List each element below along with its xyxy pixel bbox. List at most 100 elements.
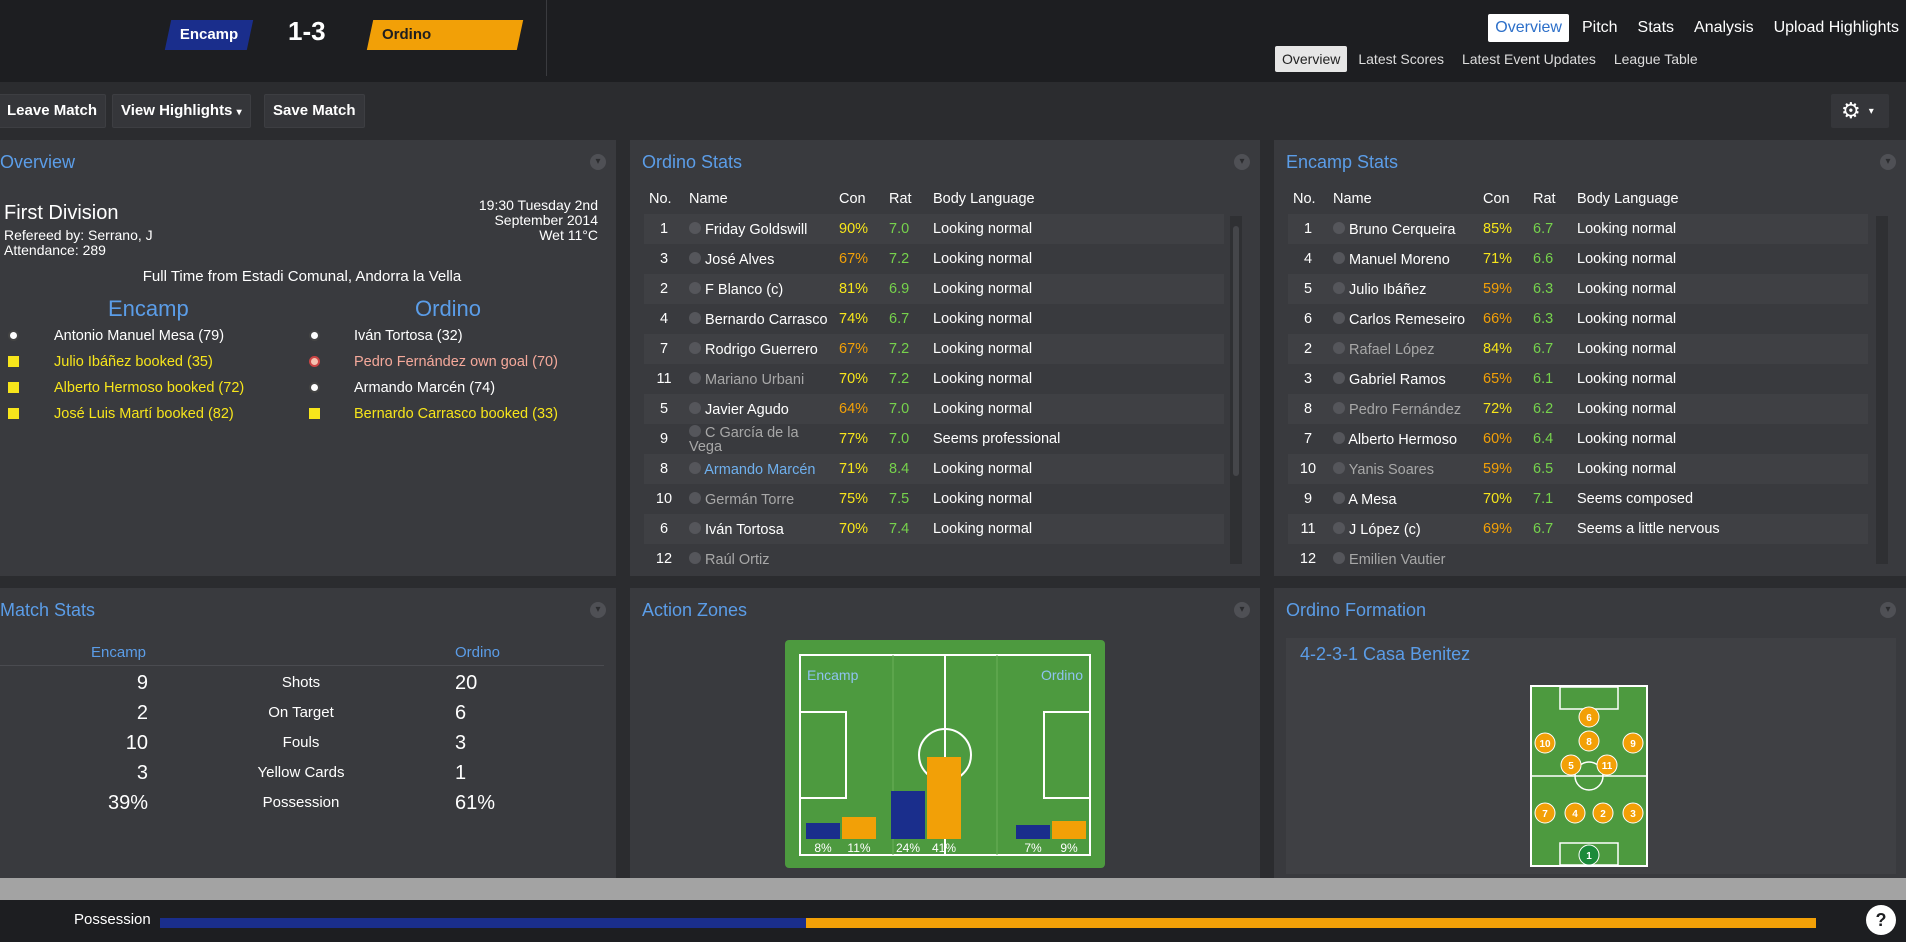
info-icon[interactable]: [1333, 551, 1345, 564]
info-icon[interactable]: [689, 371, 701, 384]
subnav-overview[interactable]: Overview: [1275, 46, 1348, 72]
subnav-league-table[interactable]: League Table: [1607, 46, 1705, 72]
table-row[interactable]: 3 José Alves 67% 7.2 Looking normal: [644, 244, 1224, 274]
table-row[interactable]: 11 Mariano Urbani 70% 7.2 Looking normal: [644, 364, 1224, 394]
scrollbar[interactable]: [1876, 216, 1888, 564]
info-icon[interactable]: [1333, 341, 1345, 354]
col-body-language[interactable]: Body Language: [928, 184, 1224, 214]
player-name[interactable]: Yanis Soares: [1349, 462, 1434, 478]
info-icon[interactable]: [689, 521, 701, 534]
info-icon[interactable]: [1333, 371, 1345, 384]
info-icon[interactable]: [1333, 461, 1345, 474]
table-row[interactable]: 2 Rafael López 84% 6.7 Looking normal: [1288, 334, 1868, 364]
player-name[interactable]: José Alves: [705, 252, 774, 268]
table-row[interactable]: 4 Manuel Moreno 71% 6.6 Looking normal: [1288, 244, 1868, 274]
info-icon[interactable]: [689, 341, 701, 354]
scrollbar[interactable]: [1230, 216, 1242, 564]
player-name[interactable]: Emilien Vautier: [1349, 552, 1445, 568]
info-icon[interactable]: [1333, 281, 1345, 294]
nav-overview[interactable]: Overview: [1488, 14, 1569, 42]
info-icon[interactable]: [689, 311, 701, 324]
player-name[interactable]: Bernardo Carrasco: [705, 312, 828, 328]
panel-menu-icon[interactable]: ▾: [590, 154, 606, 170]
info-icon[interactable]: [1333, 521, 1345, 534]
player-name[interactable]: Raúl Ortiz: [705, 552, 769, 568]
info-icon[interactable]: [1333, 221, 1345, 234]
info-icon[interactable]: [1333, 491, 1345, 504]
col-no[interactable]: No.: [1288, 184, 1328, 214]
info-icon[interactable]: [689, 461, 701, 474]
table-row[interactable]: 3 Gabriel Ramos 65% 6.1 Looking normal: [1288, 364, 1868, 394]
panel-menu-icon[interactable]: ▾: [1880, 154, 1896, 170]
table-row[interactable]: 1 Bruno Cerqueira 85% 6.7 Looking normal: [1288, 214, 1868, 244]
info-icon[interactable]: [689, 251, 701, 264]
nav-pitch[interactable]: Pitch: [1575, 14, 1625, 42]
table-row[interactable]: 8 Pedro Fernández 72% 6.2 Looking normal: [1288, 394, 1868, 424]
panel-menu-icon[interactable]: ▾: [590, 602, 606, 618]
player-name[interactable]: Pedro Fernández: [1349, 402, 1461, 418]
table-row[interactable]: 12 Raúl Ortiz: [644, 544, 1224, 574]
table-row[interactable]: 11 J López (c) 69% 6.7 Seems a little nervo…: [1288, 514, 1868, 544]
view-highlights-button[interactable]: View Highlights ▾: [112, 94, 251, 128]
info-icon[interactable]: [689, 221, 701, 234]
col-body-language[interactable]: Body Language: [1572, 184, 1868, 214]
table-row[interactable]: 10 Yanis Soares 59% 6.5 Looking normal: [1288, 454, 1868, 484]
player-name[interactable]: Germán Torre: [705, 492, 794, 508]
player-name[interactable]: Manuel Moreno: [1349, 252, 1450, 268]
info-icon[interactable]: [1333, 251, 1345, 264]
player-name[interactable]: A Mesa: [1348, 492, 1396, 508]
leave-match-button[interactable]: Leave Match: [0, 94, 107, 128]
home-team-badge[interactable]: Encamp: [164, 20, 254, 50]
col-name[interactable]: Name: [1328, 184, 1478, 214]
player-name[interactable]: Carlos Remeseiro: [1349, 312, 1465, 328]
player-name[interactable]: Julio Ibáñez: [1349, 282, 1426, 298]
table-row[interactable]: 8 Armando Marcén 71% 8.4 Looking normal: [644, 454, 1224, 484]
save-match-button[interactable]: Save Match: [264, 94, 365, 128]
table-row[interactable]: 5 Julio Ibáñez 59% 6.3 Looking normal: [1288, 274, 1868, 304]
player-name[interactable]: Rafael López: [1349, 342, 1434, 358]
info-icon[interactable]: [689, 491, 701, 504]
table-row[interactable]: 9 A Mesa 70% 7.1 Seems composed: [1288, 484, 1868, 514]
info-icon[interactable]: [1333, 401, 1345, 414]
nav-stats[interactable]: Stats: [1631, 14, 1681, 42]
table-row[interactable]: 5 Javier Agudo 64% 7.0 Looking normal: [644, 394, 1224, 424]
player-name[interactable]: Bruno Cerqueira: [1349, 222, 1455, 238]
player-name[interactable]: Iván Tortosa: [705, 522, 784, 538]
info-icon[interactable]: [1333, 311, 1345, 324]
table-row[interactable]: 9 C García de la Vega 77% 7.0 Seems profess…: [644, 424, 1224, 454]
table-row[interactable]: 2 F Blanco (c) 81% 6.9 Looking normal: [644, 274, 1224, 304]
player-name[interactable]: Friday Goldswill: [705, 222, 807, 238]
subnav-latest-scores[interactable]: Latest Scores: [1351, 46, 1451, 72]
col-rat[interactable]: Rat: [884, 184, 928, 214]
player-name[interactable]: Javier Agudo: [705, 402, 789, 418]
col-name[interactable]: Name: [684, 184, 834, 214]
table-row[interactable]: 7 Alberto Hermoso 60% 6.4 Looking normal: [1288, 424, 1868, 454]
col-con[interactable]: Con: [834, 184, 884, 214]
settings-button[interactable]: ⚙ ▾: [1831, 94, 1889, 128]
player-name[interactable]: Armando Marcén: [704, 462, 815, 478]
player-name[interactable]: F Blanco (c): [705, 282, 783, 298]
help-icon[interactable]: ?: [1866, 905, 1896, 935]
table-row[interactable]: 12 Emilien Vautier: [1288, 544, 1868, 574]
table-row[interactable]: 10 Germán Torre 75% 7.5 Looking normal: [644, 484, 1224, 514]
player-name[interactable]: C García de la Vega: [689, 425, 799, 455]
info-icon[interactable]: [689, 551, 701, 564]
panel-menu-icon[interactable]: ▾: [1234, 602, 1250, 618]
panel-menu-icon[interactable]: ▾: [1880, 602, 1896, 618]
scroll-thumb[interactable]: [1233, 226, 1239, 476]
player-name[interactable]: Rodrigo Guerrero: [705, 342, 818, 358]
table-row[interactable]: 4 Bernardo Carrasco 74% 6.7 Looking normal: [644, 304, 1224, 334]
subnav-latest-event-updates[interactable]: Latest Event Updates: [1455, 46, 1603, 72]
nav-analysis[interactable]: Analysis: [1687, 14, 1761, 42]
panel-menu-icon[interactable]: ▾: [1234, 154, 1250, 170]
col-con[interactable]: Con: [1478, 184, 1528, 214]
info-icon[interactable]: [689, 424, 701, 437]
player-name[interactable]: Mariano Urbani: [705, 372, 804, 388]
col-rat[interactable]: Rat: [1528, 184, 1572, 214]
player-name[interactable]: Gabriel Ramos: [1349, 372, 1446, 388]
table-row[interactable]: 6 Iván Tortosa 70% 7.4 Looking normal: [644, 514, 1224, 544]
table-row[interactable]: 1 Friday Goldswill 90% 7.0 Looking normal: [644, 214, 1224, 244]
player-name[interactable]: J López (c): [1349, 522, 1421, 538]
table-row[interactable]: 6 Carlos Remeseiro 66% 6.3 Looking normal: [1288, 304, 1868, 334]
nav-upload-highlights[interactable]: Upload Highlights: [1767, 14, 1906, 42]
